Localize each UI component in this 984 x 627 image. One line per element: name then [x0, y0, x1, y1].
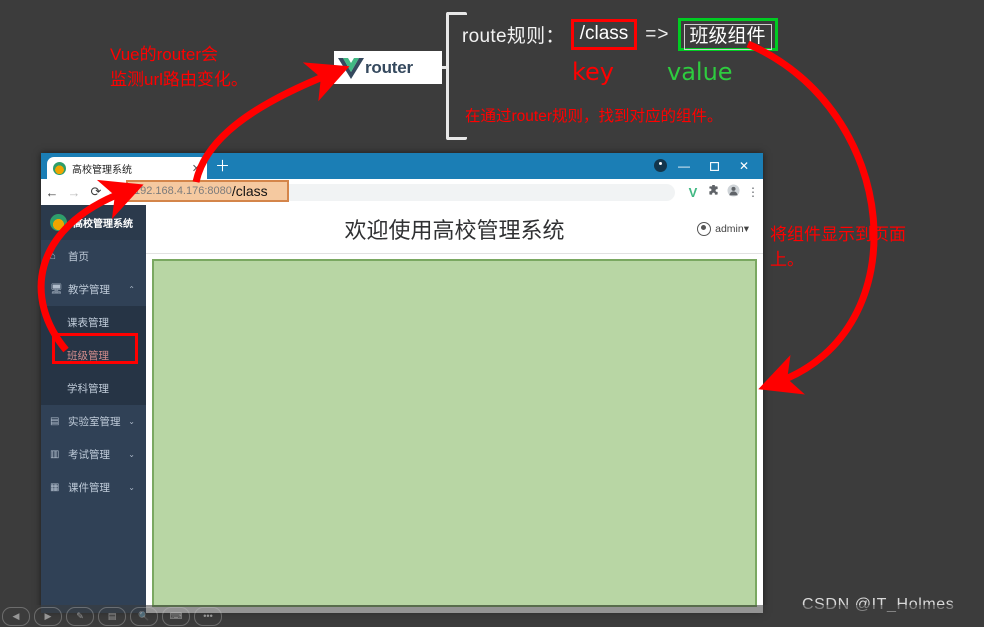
tab-title: 高校管理系统 — [72, 161, 192, 176]
route-rule-formula: route规则： /class => 班级组件 — [462, 18, 778, 51]
vue-logo-icon — [338, 57, 364, 79]
annotated-screenshot: Vue的router会 监测url路由变化。 router route规则： /… — [0, 0, 984, 627]
exam-icon: ▥ — [50, 449, 63, 460]
window-controls: — ✕ — [669, 153, 759, 179]
user-menu[interactable]: admin ▾ — [697, 222, 749, 236]
profile-avatar-icon[interactable] — [723, 184, 743, 200]
keyboard-button[interactable]: ⌨ — [162, 607, 190, 626]
close-button[interactable]: ✕ — [729, 153, 759, 179]
chevron-down-icon: ⌄ — [128, 483, 135, 492]
app-logo-label: 高校管理系统 — [73, 215, 133, 230]
vue-router-logo: router — [334, 51, 442, 84]
url-highlight-box[interactable]: 192.168.4.176:8080 /class — [126, 180, 289, 202]
extensions-puzzle-icon[interactable] — [703, 185, 723, 199]
value-caption: value — [667, 58, 733, 86]
browser-tab[interactable]: 高校管理系统 ✕ — [47, 157, 207, 179]
avatar-glyph — [727, 184, 740, 197]
chevron-up-icon: ⌃ — [128, 285, 135, 294]
sidebar-subitem-label: 课表管理 — [67, 315, 109, 330]
app-logo: 高校管理系统 — [41, 205, 146, 240]
pen-tool-button[interactable]: ✎ — [66, 607, 94, 626]
app-content: 欢迎使用高校管理系统 admin ▾ — [146, 205, 763, 613]
sidebar-item-exam[interactable]: ▥ 考试管理 ⌄ — [41, 438, 146, 471]
browser-title-bar: 高校管理系统 ✕ ＋ — ✕ — [41, 153, 763, 179]
maps-to-arrow: => — [645, 24, 669, 46]
reload-button[interactable]: ⟳ — [85, 184, 107, 200]
page-title: 欢迎使用高校管理系统 — [344, 213, 564, 245]
magnifier-button[interactable]: 🔍 — [130, 607, 158, 626]
app-logo-icon — [50, 214, 67, 231]
sidebar-item-label: 教学管理 — [68, 282, 128, 297]
sidebar-item-label: 考试管理 — [68, 447, 128, 462]
app-header: 欢迎使用高校管理系统 admin ▾ — [146, 205, 763, 254]
sidebar-subitem-class[interactable]: 班级管理 — [41, 339, 146, 372]
annotation-left-note: Vue的router会 监测url路由变化。 — [110, 42, 248, 92]
tab-favicon-icon — [53, 162, 66, 175]
url-path: /class — [232, 183, 268, 199]
app-sidebar: 高校管理系统 ⌂ 首页 🖥 教学管理 ⌃ 课表管理 班级管理 — [41, 205, 146, 613]
puzzle-glyph — [708, 185, 719, 196]
sidebar-submenu-teaching: 课表管理 班级管理 学科管理 — [41, 306, 146, 405]
sidebar-subitem-subject[interactable]: 学科管理 — [41, 372, 146, 405]
sidebar-item-label: 实验室管理 — [68, 414, 128, 429]
monitor-icon: 🖥 — [50, 284, 63, 295]
maximize-icon — [710, 162, 719, 171]
shapes-tool-button[interactable]: ▤ — [98, 607, 126, 626]
new-tab-button[interactable]: ＋ — [215, 159, 230, 174]
annotation-rule-note: 在通过router规则，找到对应的组件。 — [465, 104, 723, 129]
chevron-down-icon: ▾ — [744, 223, 749, 235]
maximize-button[interactable] — [699, 153, 729, 179]
dashboard-icon: ⌂ — [50, 251, 63, 262]
route-key-box: /class — [571, 19, 638, 50]
sidebar-item-label: 课件管理 — [68, 480, 128, 495]
sidebar-subitem-label: 学科管理 — [67, 381, 109, 396]
route-value-box: 班级组件 — [678, 18, 778, 51]
screen-recorder-toolbar: ◀ ▶ ✎ ▤ 🔍 ⌨ ••• — [0, 605, 984, 627]
route-rule-label: route规则： — [462, 21, 565, 48]
courseware-icon: ▦ — [50, 482, 63, 493]
sidebar-item-label: 首页 — [68, 249, 146, 264]
browser-window: 高校管理系统 ✕ ＋ — ✕ ← → ⟳ V — [41, 153, 763, 613]
user-avatar-icon — [697, 222, 711, 236]
lab-icon: ▤ — [50, 416, 63, 427]
chevron-down-icon: ⌄ — [128, 450, 135, 459]
tab-close-icon[interactable]: ✕ — [192, 162, 201, 175]
route-value-text: 班级组件 — [684, 24, 772, 50]
vue-devtools-icon[interactable]: V — [683, 185, 703, 200]
key-caption: key — [572, 58, 614, 86]
vue-router-label: router — [365, 58, 413, 78]
window-profile-dot-icon — [654, 159, 667, 172]
more-options-button[interactable]: ••• — [194, 607, 222, 626]
annotation-right-note: 将组件显示到页面 上。 — [770, 222, 950, 272]
sidebar-item-teaching[interactable]: 🖥 教学管理 ⌃ — [41, 273, 146, 306]
arrow-component-to-page — [748, 44, 874, 382]
web-app-shell: 高校管理系统 ⌂ 首页 🖥 教学管理 ⌃ 课表管理 班级管理 — [41, 205, 763, 613]
back-button[interactable]: ← — [41, 185, 63, 200]
user-name: admin — [715, 223, 744, 235]
sidebar-item-lab[interactable]: ▤ 实验室管理 ⌄ — [41, 405, 146, 438]
router-view-area — [152, 259, 757, 607]
play-button[interactable]: ▶ — [34, 607, 62, 626]
sidebar-item-courseware[interactable]: ▦ 课件管理 ⌄ — [41, 471, 146, 504]
minimize-button[interactable]: — — [669, 153, 699, 179]
sidebar-subitem-schedule[interactable]: 课表管理 — [41, 306, 146, 339]
forward-button[interactable]: → — [63, 185, 85, 200]
browser-menu-icon[interactable]: ⋮ — [743, 185, 763, 199]
prev-button[interactable]: ◀ — [2, 607, 30, 626]
sidebar-subitem-label: 班级管理 — [67, 348, 109, 363]
url-host: 192.168.4.176:8080 — [134, 185, 232, 197]
sidebar-item-home[interactable]: ⌂ 首页 — [41, 240, 146, 273]
chevron-down-icon: ⌄ — [128, 417, 135, 426]
